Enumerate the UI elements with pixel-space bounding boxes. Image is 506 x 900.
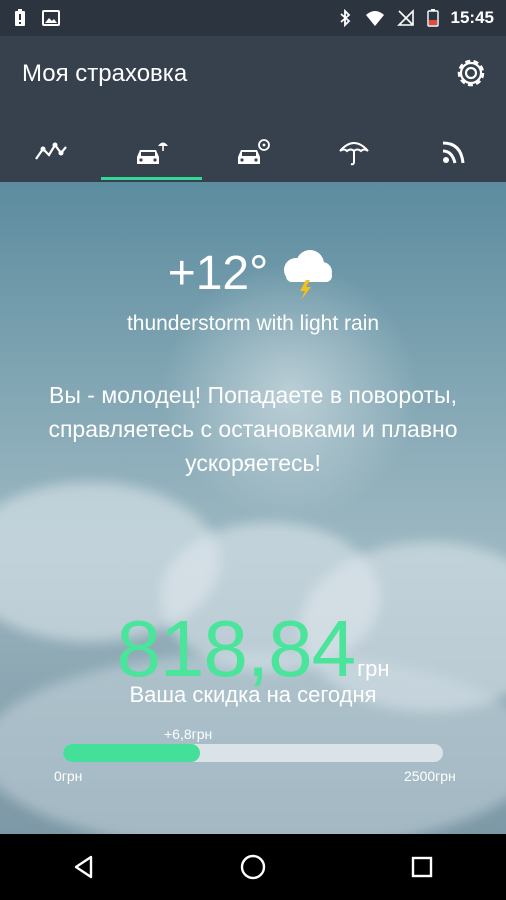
progress-max-label: 2500грн bbox=[404, 768, 456, 784]
thunderstorm-cloud-icon bbox=[284, 250, 333, 300]
progress-min-label: 0грн bbox=[54, 768, 83, 784]
tab-bar bbox=[0, 122, 506, 182]
battery-icon bbox=[426, 9, 439, 27]
battery-alert-icon bbox=[15, 9, 25, 26]
discount-amount: 818,84 bbox=[116, 604, 356, 693]
tab-route[interactable] bbox=[0, 122, 101, 182]
page-title: Моя страховка bbox=[22, 60, 188, 87]
bluetooth-icon bbox=[339, 9, 350, 27]
weather-description: thunderstorm with light rain bbox=[126, 312, 380, 335]
status-bar: 15:45 bbox=[0, 0, 506, 36]
app-bar: Моя страховка bbox=[0, 36, 506, 182]
discount-currency: грн bbox=[357, 656, 390, 681]
main-content: +12° thunderstorm with light rain Вы - м… bbox=[0, 182, 506, 834]
back-button[interactable] bbox=[60, 843, 108, 891]
home-button[interactable] bbox=[229, 843, 277, 891]
tab-umbrella[interactable] bbox=[304, 122, 405, 182]
progress-delta: +6,8грн bbox=[164, 726, 213, 742]
gear-icon[interactable] bbox=[452, 54, 490, 92]
discount-label: Ваша скидка на сегодня bbox=[129, 682, 377, 707]
temperature: +12° bbox=[167, 246, 269, 300]
home-icon bbox=[240, 854, 266, 880]
umbrella-icon bbox=[339, 142, 369, 166]
driving-feedback: Вы - молодец! Попадаете в повороты, спра… bbox=[48, 382, 458, 476]
recents-button[interactable] bbox=[398, 843, 446, 891]
tab-car-insurance[interactable] bbox=[101, 122, 203, 182]
tab-feed[interactable] bbox=[405, 122, 506, 182]
no-signal-icon bbox=[396, 9, 414, 26]
car-drive-icon bbox=[238, 139, 270, 164]
navigation-bar bbox=[0, 834, 506, 900]
wifi-icon bbox=[365, 11, 384, 26]
route-icon bbox=[34, 142, 67, 160]
car-insurance-icon bbox=[136, 142, 168, 164]
tab-car-drive[interactable] bbox=[202, 122, 303, 182]
progress-fill bbox=[63, 744, 200, 762]
weather-block: +12° thunderstorm with light rain bbox=[0, 244, 506, 336]
recents-icon bbox=[411, 856, 432, 878]
rss-feed-icon bbox=[443, 141, 465, 164]
discount-amount-block: 818,84грн bbox=[0, 606, 506, 692]
image-icon bbox=[42, 10, 60, 26]
back-icon bbox=[75, 855, 93, 879]
status-time: 15:45 bbox=[450, 8, 494, 27]
discount-progress-bar bbox=[63, 744, 443, 762]
